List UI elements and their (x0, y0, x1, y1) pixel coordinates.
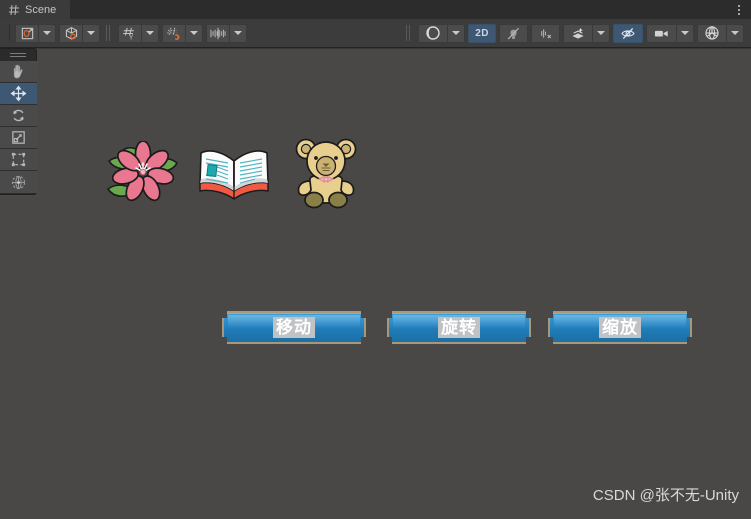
grid-size-button[interactable] (206, 23, 230, 43)
toolbar-left-group: Y (0, 23, 250, 43)
scene-camera-dropdown[interactable] (677, 23, 694, 43)
sprite-book[interactable] (197, 141, 271, 208)
tool-move[interactable] (0, 83, 37, 105)
scene-camera-button[interactable] (646, 23, 677, 43)
sprite-flower[interactable] (103, 140, 183, 212)
grid-axis-button[interactable]: Y (118, 23, 142, 43)
handle-space-button[interactable] (59, 23, 83, 43)
chevron-down-icon (452, 31, 461, 35)
chevron-down-icon (43, 31, 51, 35)
scene-visibility-button[interactable] (613, 23, 643, 43)
unity-scene-window: Scene Y 2D 移动 旋转 缩放 CSDN @张不无-Unity (0, 0, 751, 519)
svg-text:Y: Y (129, 34, 134, 41)
scene-fx-button[interactable] (563, 23, 593, 43)
game-button-move-label: 移动 (273, 316, 315, 339)
game-button-rotate-label: 旋转 (438, 316, 480, 339)
game-button-scale-label: 缩放 (599, 316, 641, 339)
chevron-down-icon (597, 31, 605, 35)
tab-strip: Scene (0, 0, 751, 19)
tool-transform[interactable] (0, 171, 37, 193)
tab-scene[interactable]: Scene (0, 0, 71, 19)
toolbar-separator (9, 25, 10, 41)
scene-toolbar: Y 2D (0, 19, 751, 48)
toolbar-double-separator (405, 25, 412, 41)
pivot-mode-dropdown[interactable] (39, 23, 56, 43)
gizmos-dropdown[interactable] (727, 23, 744, 43)
game-button-move[interactable]: 移动 (222, 311, 366, 344)
gizmos-button[interactable] (697, 23, 727, 43)
grid-axis-dropdown[interactable] (142, 23, 159, 43)
game-button-rotate[interactable]: 旋转 (387, 311, 531, 344)
scene-viewport[interactable]: 移动 旋转 缩放 CSDN @张不无-Unity (0, 49, 751, 519)
tool-hand[interactable] (0, 61, 37, 83)
tab-scene-label: Scene (25, 3, 57, 16)
scene-audio-button[interactable] (531, 23, 560, 43)
toolbar-double-separator (105, 25, 112, 41)
chevron-down-icon (234, 31, 242, 35)
toolbar-right-group: 2D (403, 23, 751, 43)
chevron-down-icon (731, 31, 739, 35)
chevron-down-icon (87, 31, 95, 35)
2d-toggle-label: 2D (475, 27, 489, 39)
grid-size-dropdown[interactable] (230, 23, 247, 43)
drag-handle-icon[interactable] (0, 49, 36, 61)
tool-rect[interactable] (0, 149, 37, 171)
tool-scale[interactable] (0, 127, 37, 149)
chevron-down-icon (146, 31, 154, 35)
grid-snapping-dropdown[interactable] (186, 23, 203, 43)
tool-rotate[interactable] (0, 105, 37, 127)
scene-fx-dropdown[interactable] (593, 23, 610, 43)
chevron-down-icon (681, 31, 689, 35)
pivot-mode-button[interactable] (15, 23, 39, 43)
draw-mode-button[interactable] (418, 23, 449, 43)
2d-toggle-button[interactable]: 2D (468, 23, 496, 43)
kebab-menu-icon[interactable] (733, 3, 745, 17)
grid-snapping-button[interactable] (162, 23, 186, 43)
handle-space-dropdown[interactable] (83, 23, 100, 43)
draw-mode-dropdown[interactable] (448, 23, 466, 43)
watermark-text: CSDN @张不无-Unity (592, 487, 739, 504)
tool-palette (0, 48, 37, 195)
scene-lighting-button[interactable] (499, 23, 528, 43)
chevron-down-icon (190, 31, 198, 35)
game-button-scale[interactable]: 缩放 (548, 311, 692, 344)
sprite-teddy-bear[interactable] (291, 135, 361, 216)
grid-hash-icon (8, 4, 20, 16)
